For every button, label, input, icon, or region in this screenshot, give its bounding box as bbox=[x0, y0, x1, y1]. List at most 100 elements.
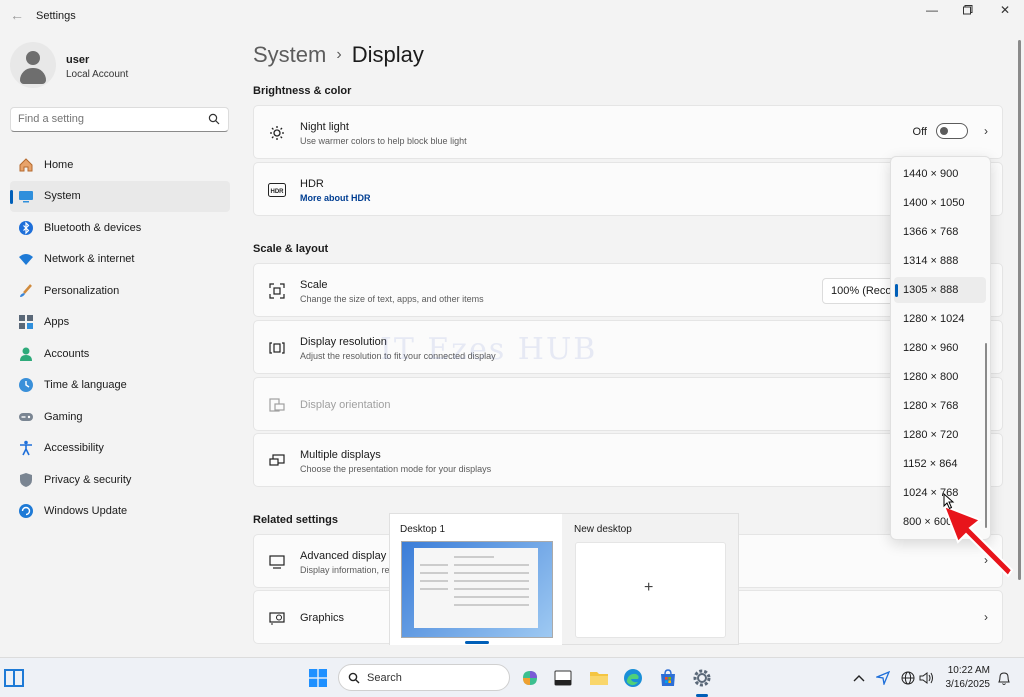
sidebar-item-gaming[interactable]: Gaming bbox=[10, 401, 230, 433]
taskbar-search-label: Search bbox=[367, 672, 402, 684]
resolution-option[interactable]: 1280 × 768 bbox=[894, 393, 986, 419]
sidebar-item-accessibility[interactable]: Accessibility bbox=[10, 433, 230, 465]
desktop-1-tile[interactable]: Desktop 1 bbox=[390, 514, 562, 645]
user-profile[interactable]: user Local Account bbox=[10, 42, 230, 90]
chevron-right-icon[interactable]: › bbox=[984, 124, 988, 138]
restore-icon bbox=[963, 5, 973, 15]
svg-text:HDR: HDR bbox=[271, 189, 285, 195]
clock-time: 10:22 AM bbox=[947, 665, 990, 676]
settings-search-box[interactable] bbox=[10, 107, 229, 132]
minimize-button[interactable]: — bbox=[914, 0, 950, 20]
profile-account-type: Local Account bbox=[66, 69, 129, 80]
night-light-card[interactable]: Night light Use warmer colors to help bl… bbox=[253, 105, 1003, 159]
wifi-icon bbox=[18, 251, 34, 267]
sidebar-item-label: Home bbox=[44, 158, 74, 171]
sidebar-item-system[interactable]: System bbox=[10, 180, 230, 212]
taskbar: Search 10:22 AM 3/16/2025 bbox=[0, 657, 1024, 697]
section-related-settings: Related settings bbox=[253, 514, 338, 526]
plus-icon: + bbox=[644, 579, 654, 596]
sidebar-item-label: Accessibility bbox=[44, 442, 104, 455]
multiple-displays-title: Multiple displays bbox=[300, 449, 381, 461]
night-light-title: Night light bbox=[300, 121, 349, 133]
resolution-option[interactable]: 1152 × 864 bbox=[894, 451, 986, 477]
resolution-option[interactable]: 1366 × 768 bbox=[894, 219, 986, 245]
resolution-option[interactable]: 1280 × 1024 bbox=[894, 306, 986, 332]
update-icon bbox=[18, 503, 34, 519]
sidebar-item-home[interactable]: Home bbox=[10, 149, 230, 181]
globe-clock-icon bbox=[18, 377, 34, 393]
settings-gear-icon[interactable] bbox=[691, 667, 713, 689]
sidebar-item-windows-update[interactable]: Windows Update bbox=[10, 496, 230, 528]
new-desktop-button[interactable]: + bbox=[575, 542, 726, 638]
location-icon[interactable] bbox=[872, 667, 894, 689]
maximize-button[interactable] bbox=[950, 0, 986, 20]
more-about-hdr-link[interactable]: More about HDR bbox=[300, 193, 371, 203]
section-brightness-color: Brightness & color bbox=[253, 85, 352, 97]
system-clock[interactable]: 10:22 AM 3/16/2025 bbox=[946, 664, 991, 692]
search-input[interactable] bbox=[18, 113, 198, 125]
sun-icon bbox=[268, 124, 286, 142]
sidebar-item-apps[interactable]: Apps bbox=[10, 307, 230, 339]
sidebar-item-label: Time & language bbox=[44, 379, 127, 392]
accessibility-icon bbox=[18, 440, 34, 456]
scale-icon bbox=[268, 282, 286, 300]
desktop-1-label: Desktop 1 bbox=[400, 524, 446, 535]
graphics-title: Graphics bbox=[300, 612, 345, 624]
chevron-right-icon[interactable]: › bbox=[984, 610, 988, 624]
breadcrumb-chevron-icon: › bbox=[336, 46, 342, 63]
search-icon bbox=[208, 113, 220, 125]
shield-icon bbox=[18, 472, 34, 488]
resolution-option[interactable]: 1314 × 888 bbox=[894, 248, 986, 274]
home-icon bbox=[18, 157, 34, 173]
desktop-1-thumbnail[interactable] bbox=[401, 541, 553, 638]
person-icon bbox=[18, 346, 34, 362]
resolution-option[interactable]: 1400 × 1050 bbox=[894, 190, 986, 216]
sidebar-item-accounts[interactable]: Accounts bbox=[10, 338, 230, 370]
sidebar-item-personalization[interactable]: Personalization bbox=[10, 275, 230, 307]
back-arrow-icon[interactable]: ← bbox=[8, 6, 26, 24]
sidebar-item-privacy[interactable]: Privacy & security bbox=[10, 464, 230, 496]
edge-browser-icon[interactable] bbox=[622, 667, 644, 689]
sidebar-item-label: System bbox=[44, 190, 81, 203]
sidebar-item-bluetooth[interactable]: Bluetooth & devices bbox=[10, 212, 230, 244]
scale-title: Scale bbox=[300, 279, 328, 291]
resolution-option[interactable]: 1440 × 900 bbox=[894, 161, 986, 187]
multiple-displays-icon bbox=[268, 452, 286, 470]
resolution-option[interactable]: 1280 × 960 bbox=[894, 335, 986, 361]
task-view-icon[interactable] bbox=[4, 667, 24, 689]
new-desktop-label: New desktop bbox=[574, 524, 632, 535]
profile-name: user bbox=[66, 54, 90, 66]
sidebar-nav: Home System Bluetooth & devices Network … bbox=[10, 149, 230, 527]
night-light-state: Off bbox=[912, 126, 927, 138]
sidebar-item-label: Personalization bbox=[44, 284, 120, 297]
start-windows-icon[interactable] bbox=[307, 667, 329, 689]
sidebar-item-label: Network & internet bbox=[44, 253, 135, 266]
resolution-option[interactable]: 1280 × 800 bbox=[894, 364, 986, 390]
resolution-icon bbox=[268, 339, 286, 357]
microsoft-store-icon[interactable] bbox=[657, 667, 679, 689]
gpu-icon bbox=[268, 609, 286, 627]
sidebar-item-time-language[interactable]: Time & language bbox=[10, 370, 230, 402]
night-light-subtitle: Use warmer colors to help block blue lig… bbox=[300, 136, 467, 146]
breadcrumb-parent[interactable]: System bbox=[253, 42, 326, 67]
chevron-up-icon[interactable] bbox=[848, 667, 870, 689]
file-explorer-icon[interactable] bbox=[588, 667, 610, 689]
breadcrumb: System › Display bbox=[253, 42, 424, 68]
resolution-option[interactable]: 1280 × 720 bbox=[894, 422, 986, 448]
title-bar: ← Settings — ✕ bbox=[0, 0, 1024, 32]
page-scrollbar[interactable] bbox=[1018, 40, 1021, 580]
sidebar-item-network[interactable]: Network & internet bbox=[10, 244, 230, 276]
close-button[interactable]: ✕ bbox=[987, 0, 1023, 20]
brush-icon bbox=[18, 283, 34, 299]
resolution-option[interactable]: 1305 × 888 bbox=[894, 277, 986, 303]
sidebar-item-label: Accounts bbox=[44, 347, 90, 360]
scale-subtitle: Change the size of text, apps, and other… bbox=[300, 294, 484, 304]
resolution-dropdown-list[interactable]: 1440 × 900 1400 × 1050 1366 × 768 1314 × 88… bbox=[890, 156, 991, 540]
volume-icon[interactable] bbox=[916, 667, 938, 689]
night-light-toggle[interactable] bbox=[936, 123, 968, 139]
taskbar-search[interactable]: Search bbox=[338, 664, 510, 691]
task-view-flyout: Desktop 1 New desktop + bbox=[389, 513, 739, 645]
terminal-icon[interactable] bbox=[552, 667, 574, 689]
copilot-icon[interactable] bbox=[519, 667, 541, 689]
notification-bell-icon[interactable] bbox=[993, 667, 1015, 689]
